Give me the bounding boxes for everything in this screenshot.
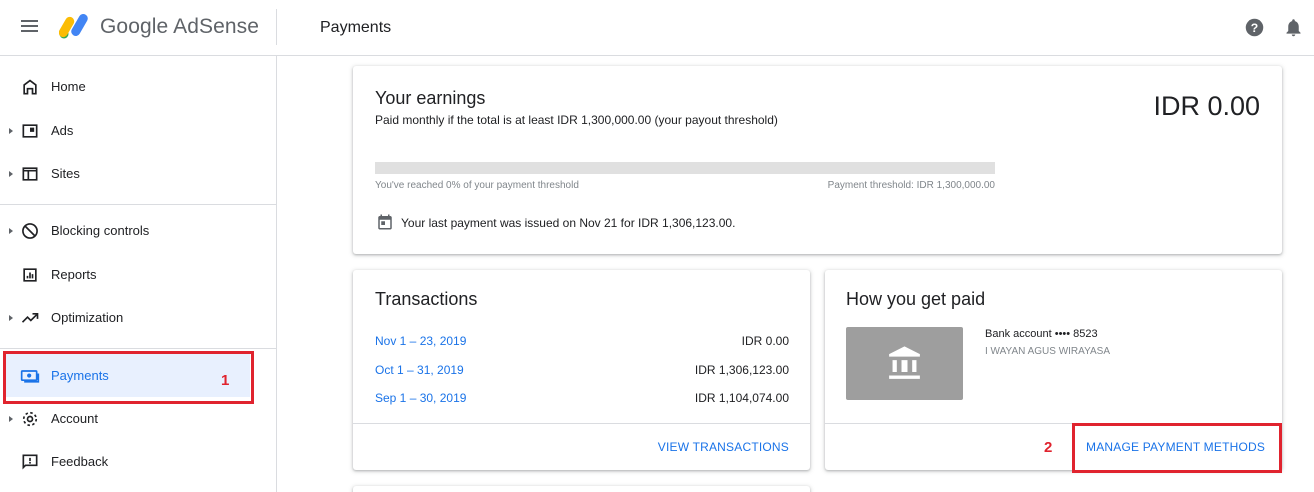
annotation-number-2: 2 [1044,439,1053,456]
product-logo-text: Google AdSense [100,15,260,38]
sidebar-item-sites[interactable]: Sites [0,156,276,192]
sites-icon [22,167,38,181]
table-row: Oct 1 – 31, 2019 IDR 1,306,123.00 [375,363,789,383]
account-holder-name: I WAYAN AGUS WIRAYASA [985,346,1111,357]
ads-icon [22,124,38,138]
nav-divider [0,348,276,349]
table-row: Sep 1 – 30, 2019 IDR 1,104,074.00 [375,391,789,411]
expand-caret-icon[interactable] [9,171,13,177]
help-icon[interactable]: ? [1244,17,1265,38]
bank-account-label: Bank account •••• 8523 [985,328,1098,340]
reports-icon [23,268,37,282]
get-paid-title: How you get paid [846,289,986,309]
annotation-number-1: 1 [221,372,230,389]
bank-icon [889,346,920,379]
card-divider [353,423,810,424]
annotation-highlight-manage-payment [1072,423,1282,473]
sidebar-item-label: Blocking controls [51,223,150,238]
threshold-progress-bar [375,162,995,174]
sidebar-item-label: Sites [51,166,80,181]
page-title: Payments [320,19,392,36]
sidebar-item-blocking-controls[interactable]: Blocking controls [0,213,276,249]
adsense-logo-icon [59,14,88,39]
menu-icon[interactable] [18,17,42,39]
annotation-highlight-payments [3,351,254,404]
sidebar-item-ads[interactable]: Ads [0,113,276,149]
transaction-amount: IDR 1,104,074.00 [694,391,789,405]
calendar-icon [378,214,392,230]
table-row: Nov 1 – 23, 2019 IDR 0.00 [375,334,789,354]
earnings-card: Your earnings Paid monthly if the total … [353,66,1282,254]
block-icon [22,223,38,239]
transactions-title: Transactions [375,289,478,309]
sidebar-item-label: Ads [51,123,74,138]
expand-caret-icon[interactable] [9,228,13,234]
bell-icon[interactable] [1283,17,1304,38]
expand-caret-icon[interactable] [9,416,13,422]
next-card-peek [353,486,810,492]
nav-divider [0,204,276,205]
view-transactions-button[interactable]: VIEW TRANSACTIONS [658,440,789,454]
header-divider [276,9,277,45]
earnings-title: Your earnings [375,88,486,108]
gear-icon [22,411,38,427]
sidebar-item-label: Account [51,411,98,426]
progress-text: You've reached 0% of your payment thresh… [375,180,579,191]
expand-caret-icon[interactable] [9,128,13,134]
threshold-text: Payment threshold: IDR 1,300,000.00 [827,180,995,191]
transaction-amount: IDR 1,306,123.00 [694,363,789,377]
feedback-icon [22,454,38,470]
svg-text:?: ? [1251,21,1258,35]
bank-image [846,327,963,400]
sidebar-item-label: Reports [51,267,97,282]
sidebar-item-label: Optimization [51,310,124,325]
sidebar-item-home[interactable]: Home [0,69,276,105]
home-icon [23,79,37,95]
top-app-bar: Google AdSense Payments ? [0,0,1314,56]
last-payment-text: Your last payment was issued on Nov 21 f… [401,216,736,230]
sidebar-item-reports[interactable]: Reports [0,257,276,293]
earnings-amount: IDR 0.00 [1153,91,1260,121]
expand-caret-icon[interactable] [9,315,13,321]
earnings-subtitle: Paid monthly if the total is at least ID… [375,113,778,127]
sidebar-item-account[interactable]: Account [0,401,276,437]
adsense-app: Google AdSense Payments ? Home Ads Sites [0,0,1314,492]
trending-icon [21,313,39,323]
sidebar-item-label: Home [51,79,86,94]
sidebar-item-label: Feedback [51,454,109,469]
transaction-period-link[interactable]: Sep 1 – 30, 2019 [375,391,466,405]
sidebar-item-optimization[interactable]: Optimization [0,300,276,336]
left-sidebar: Home Ads Sites Blocking controls Reports… [0,56,277,492]
transaction-period-link[interactable]: Oct 1 – 31, 2019 [375,363,464,377]
transaction-amount: IDR 0.00 [741,334,789,348]
transaction-period-link[interactable]: Nov 1 – 23, 2019 [375,334,466,348]
transactions-card: Transactions Nov 1 – 23, 2019 IDR 0.00 O… [353,270,810,470]
sidebar-item-feedback[interactable]: Feedback [0,444,276,480]
